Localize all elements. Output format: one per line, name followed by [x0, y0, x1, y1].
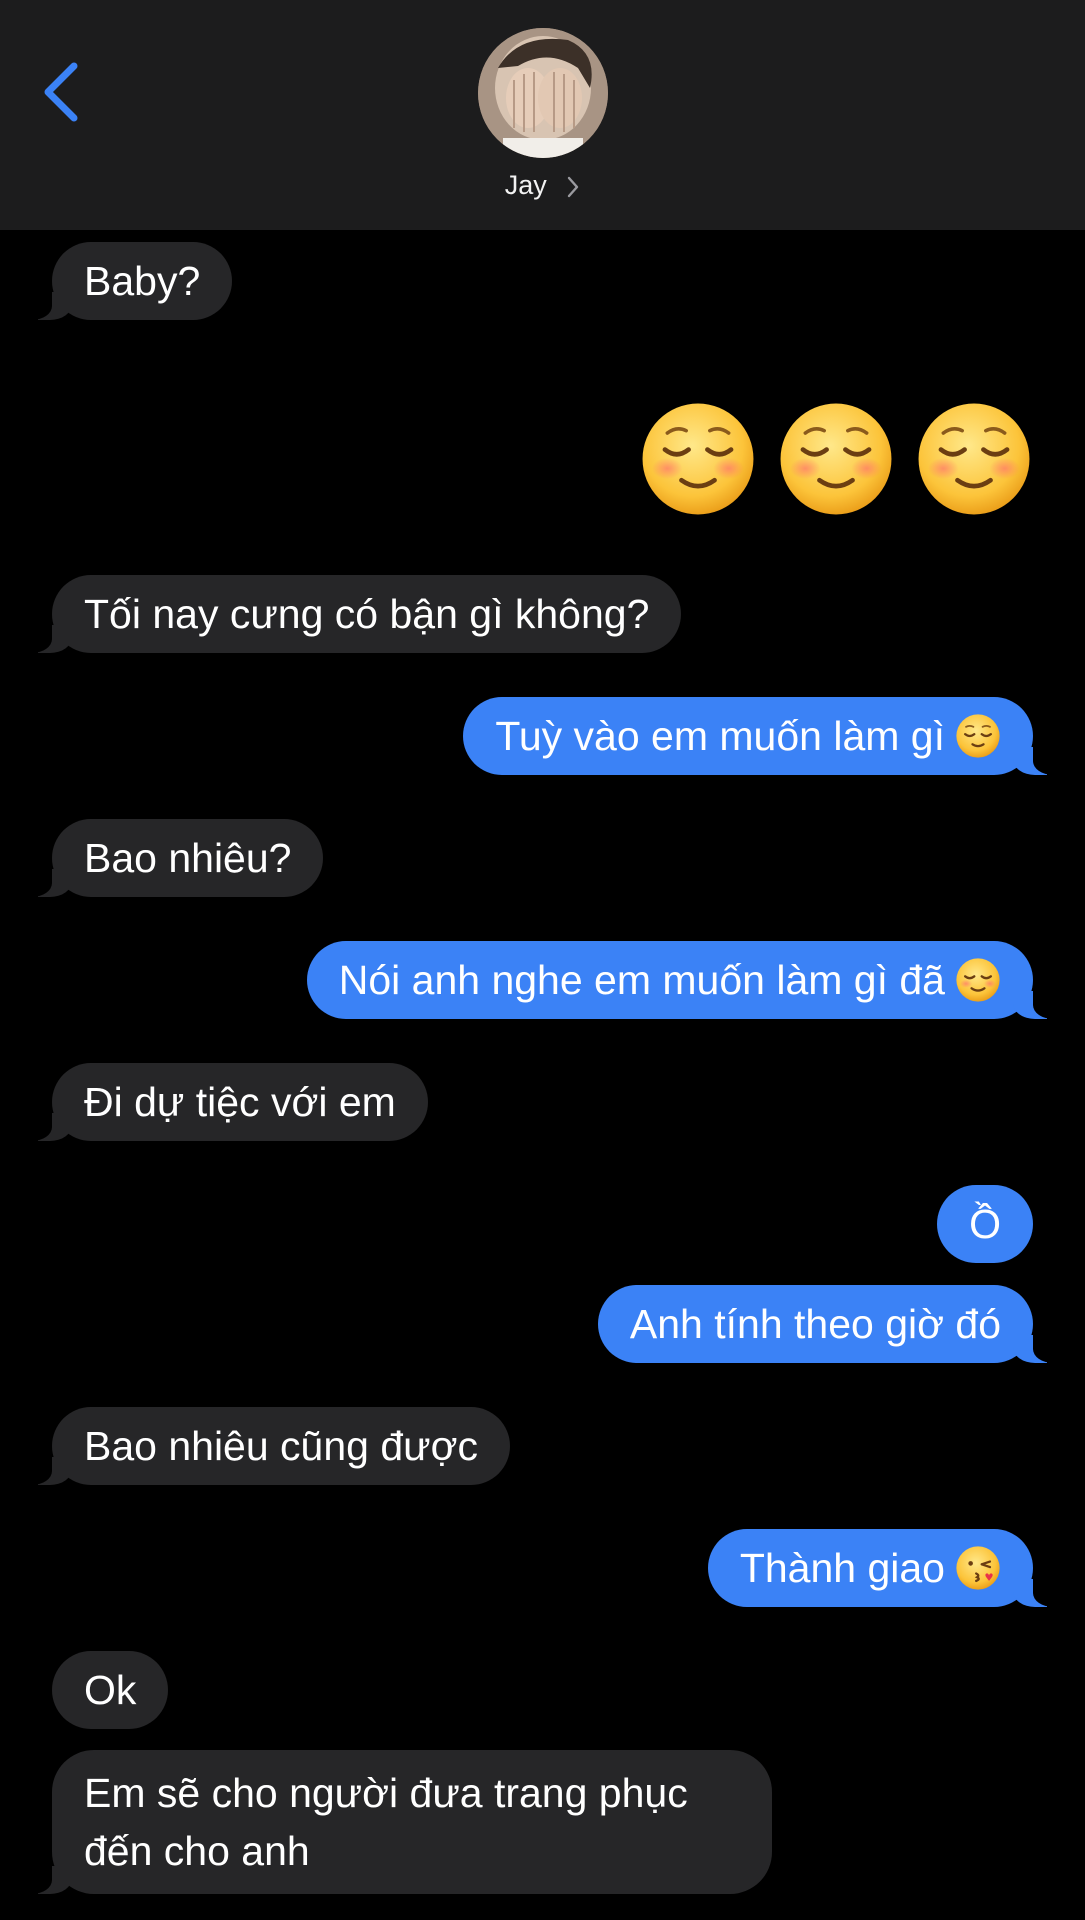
kissing-face-icon — [956, 1546, 1000, 1590]
relieved-face-icon — [956, 714, 1000, 758]
chevron-left-icon — [44, 62, 78, 122]
conversation-header: Jay — [0, 0, 1085, 230]
outgoing-message[interactable]: Tuỳ vào em muốn làm gì — [463, 697, 1063, 775]
chevron-right-icon — [568, 176, 579, 198]
smiling-face-icon — [780, 403, 892, 515]
back-button[interactable] — [28, 52, 98, 132]
message-text: Nói anh nghe em muốn làm gì đã — [338, 957, 945, 1003]
smiling-face-icon — [642, 403, 754, 515]
emoji-only-message[interactable] — [639, 400, 1033, 520]
smiling-face-icon — [918, 403, 1030, 515]
message-text: Anh tính theo giờ đó — [629, 1301, 1001, 1347]
message-text: Em sẽ cho người đưa trang phục đến cho a… — [84, 1770, 688, 1874]
avatar-photo — [478, 28, 608, 158]
message-text: Ồ — [969, 1201, 1001, 1247]
message-text: Tuỳ vào em muốn làm gì — [495, 713, 945, 759]
outgoing-message[interactable]: Nói anh nghe em muốn làm gì đã — [306, 941, 1064, 1019]
message-text: Tối nay cưng có bận gì không? — [84, 591, 650, 637]
message-text: Ok — [84, 1667, 137, 1713]
incoming-message[interactable]: Em sẽ cho người đưa trang phục đến cho a… — [22, 1750, 772, 1894]
incoming-message[interactable]: Tối nay cưng có bận gì không? — [21, 575, 682, 653]
incoming-message[interactable]: Đi dự tiệc với em — [22, 1063, 428, 1141]
outgoing-message[interactable]: Anh tính theo giờ đó — [597, 1285, 1064, 1363]
message-text: Bao nhiêu? — [84, 835, 292, 881]
message-thread[interactable]: Baby? Tối nay cưng có bận gì không? Tuỳ … — [0, 230, 1085, 1920]
incoming-message[interactable]: Baby? — [21, 242, 233, 320]
outgoing-message[interactable]: Ồ — [937, 1185, 1033, 1263]
smiling-face-icon — [956, 958, 1000, 1002]
incoming-message[interactable]: Bao nhiêu cũng được — [22, 1407, 510, 1485]
message-text: Bao nhiêu cũng được — [84, 1423, 478, 1469]
contact-name: Jay — [504, 170, 547, 200]
incoming-message[interactable]: Bao nhiêu? — [21, 819, 324, 897]
message-text: Baby? — [84, 258, 201, 304]
contact-name-button[interactable]: Jay — [0, 170, 1085, 201]
contact-avatar[interactable] — [478, 28, 608, 158]
message-text: Đi dự tiệc với em — [84, 1079, 396, 1125]
message-text: Thành giao — [739, 1545, 945, 1591]
outgoing-message[interactable]: Thành giao — [707, 1529, 1064, 1607]
incoming-message[interactable]: Ok — [52, 1651, 169, 1729]
